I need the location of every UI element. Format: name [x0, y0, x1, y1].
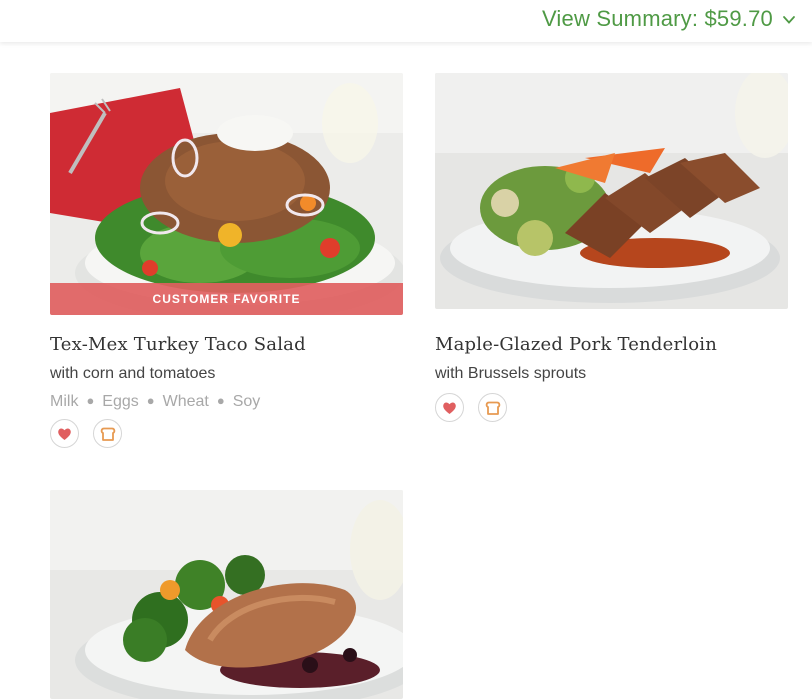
meal-photo-taco-salad[interactable]: CUSTOMER FAVORITE	[50, 73, 403, 315]
meal-title[interactable]: Maple-Glazed Pork Tenderloin	[435, 334, 788, 355]
view-summary-label: View Summary: $59.70	[541, 6, 773, 31]
meal-subtitle: with corn and tomatoes	[50, 365, 216, 382]
meal-card[interactable]: Maple-Glazed Pork Tenderloin with Brusse…	[435, 73, 788, 422]
allergen-list: Milk ● Eggs ● Wheat ● Soy	[50, 393, 403, 411]
meal-photo-chicken[interactable]	[50, 490, 403, 699]
separator-dot: ●	[86, 393, 95, 408]
allergen-item: Eggs	[102, 393, 139, 410]
view-summary-button[interactable]: View Summary: $59.70	[542, 6, 796, 32]
chevron-down-icon	[783, 16, 795, 24]
meal-photo-pork[interactable]	[435, 73, 788, 309]
bread-icon[interactable]	[93, 419, 122, 448]
meal-card[interactable]	[50, 490, 403, 699]
meal-photo-image	[50, 490, 403, 699]
heart-icon[interactable]	[50, 419, 79, 448]
allergen-item: Milk	[50, 393, 79, 410]
meal-card[interactable]: CUSTOMER FAVORITE Tex-Mex Turkey Taco Sa…	[50, 73, 403, 448]
separator-dot: ●	[216, 393, 225, 408]
top-bar: View Summary: $59.70	[0, 0, 812, 42]
meal-subtitle: with Brussels sprouts	[435, 365, 587, 382]
meal-photo-image	[50, 73, 403, 315]
heart-icon[interactable]	[435, 393, 464, 422]
meal-tag-icons	[50, 419, 403, 448]
allergen-item: Soy	[232, 393, 261, 410]
bread-icon[interactable]	[478, 393, 507, 422]
meal-photo-image	[435, 73, 788, 309]
separator-dot: ●	[146, 393, 155, 408]
meal-tag-icons	[435, 393, 788, 422]
meal-title[interactable]: Tex-Mex Turkey Taco Salad	[50, 334, 403, 355]
customer-favorite-badge: CUSTOMER FAVORITE	[50, 283, 403, 315]
allergen-item: Wheat	[162, 393, 209, 410]
